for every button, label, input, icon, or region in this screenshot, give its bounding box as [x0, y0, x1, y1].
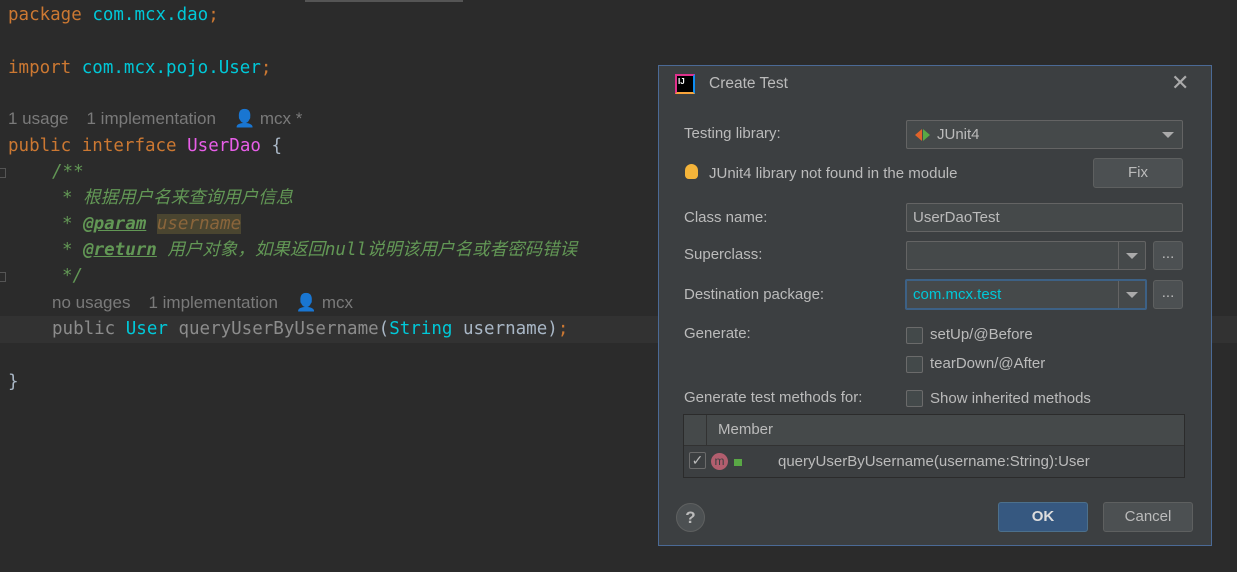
- usages-hint[interactable]: no usages: [52, 293, 130, 312]
- superclass-combo[interactable]: [906, 241, 1146, 270]
- destination-browse-button[interactable]: ...: [1153, 280, 1183, 309]
- keyword: package: [8, 5, 82, 25]
- code-line-interface[interactable]: public interface UserDao {: [8, 133, 282, 159]
- brace: {: [271, 136, 282, 156]
- implementations-hint[interactable]: 1 implementation: [148, 293, 277, 312]
- members-table: Member ✓ m queryUserByUsername(username:…: [683, 414, 1185, 478]
- author-name: mcx *: [259, 109, 303, 128]
- star: *: [62, 214, 84, 234]
- paren: (: [378, 319, 390, 339]
- param-name: username: [156, 214, 242, 234]
- lightbulb-icon: [685, 164, 698, 179]
- code-lens-interface[interactable]: 1 usage 1 implementation 👤 mcx *: [8, 106, 338, 132]
- author-hint[interactable]: 👤 mcx *: [234, 109, 320, 128]
- destination-dropdown-button[interactable]: [1118, 281, 1145, 308]
- code-line-import[interactable]: import com.mcx.pojo.User;: [8, 55, 271, 81]
- setup-label[interactable]: setUp/@Before: [930, 326, 1033, 343]
- chevron-down-icon: [1162, 132, 1174, 138]
- ok-button[interactable]: OK: [998, 502, 1088, 532]
- class-name-label: Class name:: [684, 209, 768, 226]
- param-type: String: [389, 319, 453, 339]
- package-name: com.mcx.dao: [92, 5, 209, 25]
- code-line-close-brace[interactable]: }: [8, 369, 19, 395]
- create-test-dialog: IJ Create Test ✕ Testing library: JUnit4…: [658, 65, 1212, 546]
- superclass-label: Superclass:: [684, 246, 763, 263]
- testing-library-value: JUnit4: [937, 126, 980, 143]
- paren: ): [547, 319, 558, 339]
- param-tag: @param: [83, 214, 147, 234]
- code-line-package[interactable]: package com.mcx.dao;: [8, 2, 219, 28]
- destination-package-label: Destination package:: [684, 286, 825, 303]
- interface-name: UserDao: [187, 136, 261, 156]
- author-name: mcx: [321, 293, 353, 312]
- keyword: public: [8, 136, 72, 156]
- keyword: interface: [81, 136, 177, 156]
- close-icon[interactable]: ✕: [1171, 70, 1189, 96]
- semicolon: ;: [208, 5, 219, 25]
- public-lock-icon: [734, 459, 742, 466]
- return-tag: @return: [83, 240, 157, 260]
- keyword: import: [8, 58, 72, 78]
- doc-comment-close: */: [62, 266, 84, 286]
- show-inherited-label[interactable]: Show inherited methods: [930, 390, 1091, 407]
- table-row[interactable]: ✓ m queryUserByUsername(username:String)…: [684, 447, 1184, 477]
- warning-message: JUnit4 library not found in the module: [709, 165, 958, 182]
- class-name-input[interactable]: UserDaoTest: [906, 203, 1183, 232]
- usages-hint[interactable]: 1 usage: [8, 109, 69, 128]
- param-name: username: [462, 319, 548, 339]
- junit-icon: [915, 129, 922, 141]
- destination-package-combo[interactable]: com.mcx.test: [905, 279, 1147, 310]
- chevron-down-icon: [1126, 292, 1138, 298]
- fold-icon[interactable]: [0, 168, 6, 178]
- superclass-browse-button[interactable]: ...: [1153, 241, 1183, 270]
- code-line-method[interactable]: public User queryUserByUsername(String u…: [52, 316, 568, 342]
- setup-checkbox[interactable]: [906, 327, 923, 344]
- fold-icon[interactable]: [0, 272, 6, 282]
- cancel-button[interactable]: Cancel: [1103, 502, 1193, 532]
- junit-icon-right: [923, 129, 930, 141]
- method-name: queryUserByUsername: [178, 319, 379, 339]
- editor-tab-indicator: [305, 0, 463, 2]
- teardown-label[interactable]: tearDown/@After: [930, 355, 1045, 372]
- checkbox-column-header: [684, 415, 707, 446]
- destination-package-value: com.mcx.test: [913, 286, 1002, 303]
- return-type: User: [125, 319, 168, 339]
- keyword: public: [52, 319, 116, 339]
- fix-button[interactable]: Fix: [1093, 158, 1183, 188]
- chevron-down-icon: [1126, 253, 1138, 259]
- table-header: Member: [684, 415, 1184, 446]
- semicolon: ;: [260, 58, 272, 78]
- member-checkbox[interactable]: ✓: [689, 452, 706, 469]
- show-inherited-checkbox[interactable]: [906, 390, 923, 407]
- semicolon: ;: [557, 319, 569, 339]
- generate-label: Generate:: [684, 325, 751, 342]
- member-column-header[interactable]: Member: [718, 421, 773, 438]
- testing-library-select[interactable]: JUnit4: [906, 120, 1183, 149]
- star: *: [62, 240, 84, 260]
- testing-library-label: Testing library:: [684, 125, 781, 142]
- teardown-checkbox[interactable]: [906, 356, 923, 373]
- doc-comment-return: * @return 用户对象，如果返回null说明该用户名或者密码错误: [62, 237, 577, 263]
- intellij-logo-icon: IJ: [675, 74, 695, 94]
- code-lens-method[interactable]: no usages 1 implementation 👤 mcx: [52, 290, 389, 316]
- doc-comment-param: * @param username: [62, 211, 242, 237]
- doc-comment-open: /**: [52, 162, 84, 182]
- superclass-dropdown-button[interactable]: [1118, 242, 1145, 269]
- generate-methods-label: Generate test methods for:: [684, 389, 863, 406]
- implementations-hint[interactable]: 1 implementation: [87, 109, 216, 128]
- author-hint[interactable]: 👤 mcx: [296, 293, 371, 312]
- doc-comment-description: * 根据用户名来查询用户信息: [62, 188, 294, 208]
- method-icon: m: [711, 453, 728, 470]
- import-name: com.mcx.pojo.User: [81, 58, 261, 78]
- return-description: 用户对象，如果返回null说明该用户名或者密码错误: [156, 240, 578, 260]
- dialog-title: Create Test: [709, 75, 788, 92]
- member-signature: queryUserByUsername(username:String):Use…: [778, 453, 1090, 470]
- help-button[interactable]: ?: [676, 503, 705, 532]
